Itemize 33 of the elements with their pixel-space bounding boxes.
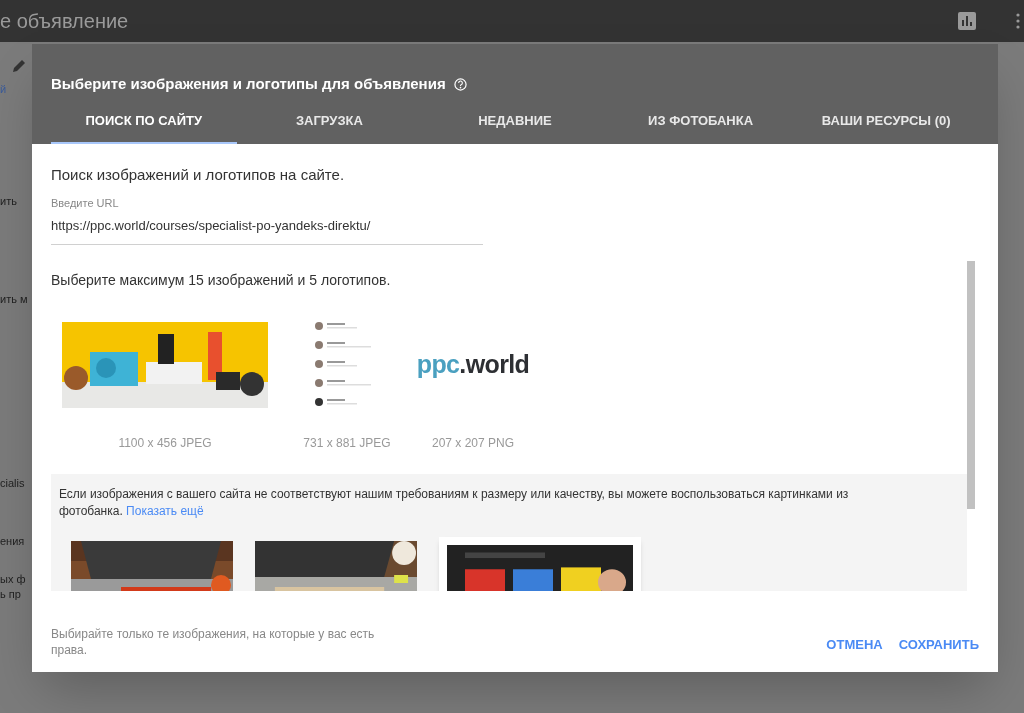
save-button[interactable]: СОХРАНИТЬ xyxy=(898,634,979,654)
background-text: ения xyxy=(0,534,25,549)
pencil-icon[interactable] xyxy=(11,58,27,74)
tab[interactable]: ИЗ ФОТОБАНКА xyxy=(607,100,794,144)
show-more-link[interactable]: Показать ещё xyxy=(126,504,204,518)
image-caption: 731 x 881 JPEG xyxy=(303,435,391,452)
field-label: Введите URL xyxy=(51,195,119,211)
intro-text: Поиск изображений и логотипов на сайте. xyxy=(51,165,346,185)
image-caption: 207 x 207 PNG xyxy=(431,435,515,452)
background-text: ить xyxy=(0,194,17,209)
logo: ppc.world xyxy=(416,349,530,381)
tab[interactable]: ВАШИ РЕСУРСЫ (0) xyxy=(793,100,979,144)
scrollbar-thumb[interactable] xyxy=(967,261,975,509)
background-text: ь пр xyxy=(0,587,21,602)
stock-image[interactable] xyxy=(439,537,641,591)
page-title: е объявление xyxy=(0,9,129,34)
bar-chart-icon[interactable] xyxy=(958,12,976,30)
tab[interactable]: ЗАГРУЗКА xyxy=(236,100,423,144)
background-text: cialis xyxy=(0,476,25,491)
cancel-button[interactable]: ОТМЕНА xyxy=(826,634,883,654)
more-icon[interactable] xyxy=(1016,13,1020,29)
stock-note: Если изображения с вашего сайта не соответствуют нашим требованиям к размеру или качеству, вы можете воспользоваться картинками из фотобанка. Показать ещё xyxy=(59,486,850,520)
limit-text: Выберите максимум 15 изображений и 5 логотипов. xyxy=(51,271,392,290)
tab[interactable]: НЕДАВНИЕ xyxy=(422,100,608,144)
tab[interactable]: ПОИСК ПО САЙТУ xyxy=(51,100,237,144)
dialog-title: Выберите изображения и логотипы для объявления xyxy=(51,73,446,94)
background-text: ых ф xyxy=(0,572,26,587)
url-input[interactable]: https://ppc.world/courses/specialist-po-yandeks-direktu/ xyxy=(51,216,483,236)
image-caption: 1100 x 456 JPEG xyxy=(118,435,212,452)
background-text: ить м xyxy=(0,292,28,307)
help-icon[interactable] xyxy=(453,77,467,91)
background-text: й xyxy=(0,82,7,97)
footer-note: Выбирайте только те изображения, на которые у вас есть права. xyxy=(51,626,376,658)
